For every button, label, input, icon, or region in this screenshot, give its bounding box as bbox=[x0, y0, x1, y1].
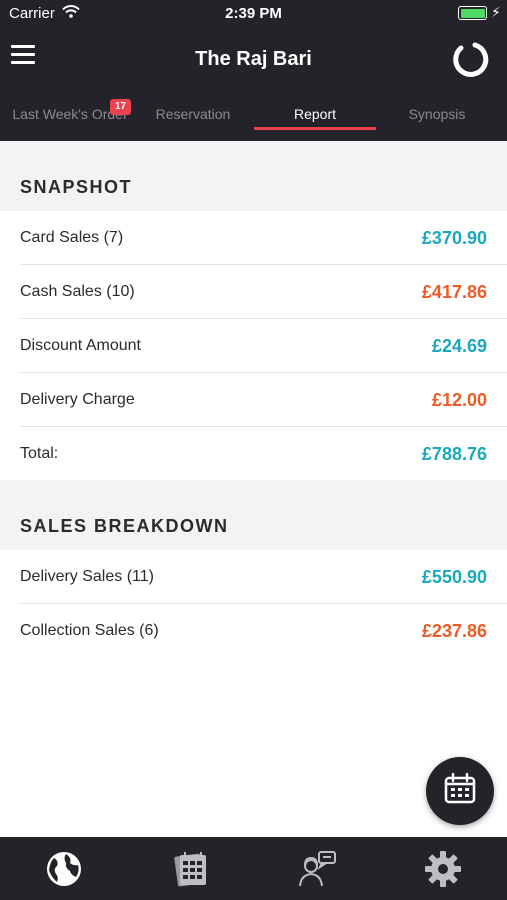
top-bar: Carrier 2:39 PM ⚡ The Raj Bari Last Week… bbox=[0, 0, 507, 141]
list-item: Discount Amount £24.69 bbox=[0, 319, 507, 373]
row-value: £788.76 bbox=[421, 444, 487, 464]
page-title: The Raj Bari bbox=[195, 48, 312, 70]
row-label: Cash Sales (10) bbox=[20, 283, 135, 300]
row-label: Total: bbox=[20, 445, 59, 462]
section-title: SNAPSHOT bbox=[20, 177, 133, 197]
status-time: 2:39 PM bbox=[225, 5, 282, 22]
active-tab-indicator bbox=[254, 127, 376, 130]
row-value: £550.90 bbox=[421, 567, 487, 587]
row-label: Delivery Sales (11) bbox=[20, 568, 154, 585]
row-label: Delivery Charge bbox=[20, 391, 135, 408]
globe-icon[interactable] bbox=[44, 849, 84, 889]
status-bar: Carrier 2:39 PM ⚡ bbox=[0, 0, 507, 28]
charging-icon: ⚡ bbox=[491, 4, 501, 20]
snapshot-section-header: SNAPSHOT bbox=[0, 141, 507, 211]
tab-label: Report bbox=[293, 106, 337, 122]
row-label: Discount Amount bbox=[20, 337, 141, 354]
tab-label: Synopsis bbox=[408, 106, 466, 122]
row-value: £417.86 bbox=[421, 282, 487, 302]
list-item: Card Sales (7) £370.90 bbox=[0, 211, 507, 265]
gear-icon[interactable] bbox=[423, 849, 463, 889]
list-item: Total: £788.76 bbox=[0, 427, 507, 481]
row-value: £24.69 bbox=[431, 336, 487, 356]
list-item: Collection Sales (6) £237.86 bbox=[0, 604, 507, 658]
tab-bar: Last Week's Order 17 Reservation Report … bbox=[0, 96, 507, 134]
tab-label: Reservation bbox=[155, 106, 231, 122]
bottom-nav-bar bbox=[0, 837, 507, 900]
order-count-badge: 17 bbox=[110, 99, 131, 115]
list-item: Delivery Sales (11) £550.90 bbox=[0, 550, 507, 604]
row-value: £237.86 bbox=[421, 621, 487, 641]
row-value: £12.00 bbox=[431, 390, 487, 410]
battery-icon bbox=[458, 6, 487, 20]
tab-report[interactable]: Report bbox=[254, 106, 376, 122]
list-item: Cash Sales (10) £417.86 bbox=[0, 265, 507, 319]
tab-reservation[interactable]: Reservation bbox=[152, 106, 234, 122]
tab-synopsis[interactable]: Synopsis bbox=[398, 106, 476, 122]
support-agent-icon[interactable] bbox=[297, 849, 337, 889]
section-title: SALES BREAKDOWN bbox=[20, 516, 229, 536]
calendar-fab-button[interactable] bbox=[426, 757, 494, 825]
calendar-icon bbox=[444, 773, 476, 804]
row-label: Collection Sales (6) bbox=[20, 622, 159, 639]
calendar-book-icon[interactable] bbox=[171, 849, 211, 889]
row-value: £370.90 bbox=[421, 228, 487, 248]
sales-breakdown-section-header: SALES BREAKDOWN bbox=[0, 480, 507, 550]
list-item: Delivery Charge £12.00 bbox=[0, 373, 507, 427]
row-label: Card Sales (7) bbox=[20, 229, 124, 246]
app-logo-icon[interactable] bbox=[451, 42, 489, 83]
